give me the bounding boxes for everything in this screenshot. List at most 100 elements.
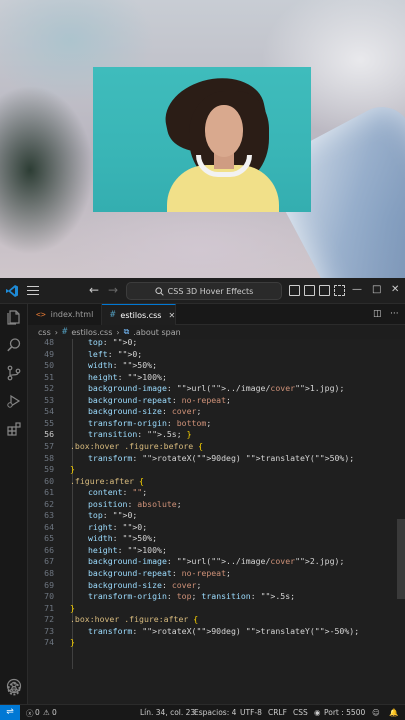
code-line[interactable]: 49 left: "">0; [28,349,405,361]
line-number: 64 [44,521,54,532]
menu-hamburger-icon[interactable] [27,286,39,296]
code-text: transform: "">rotateX("">90deg) "">trans… [88,625,360,636]
split-editor-icon[interactable]: ◫ [373,309,382,319]
code-line[interactable]: 56 transition: "">.5s; } [28,429,405,441]
line-number: 54 [44,406,54,417]
line-number: 70 [44,591,54,602]
run-debug-icon[interactable] [6,393,22,409]
window-title: CSS 3D Hover Effects [167,286,254,296]
warning-count[interactable]: 0 [52,708,57,717]
code-line[interactable]: 53 background-repeat: no-repeat; [28,395,405,407]
code-line[interactable]: 62 position: absolute; [28,499,405,511]
back-arrow-icon[interactable]: ← [89,283,99,297]
breadcrumb-symbol[interactable]: .about span [133,328,180,337]
code-line[interactable]: 54 background-size: cover; [28,406,405,418]
explorer-icon[interactable] [6,309,22,325]
toggle-secondary-sidebar-icon[interactable] [319,285,330,296]
line-number: 73 [44,625,54,636]
maximize-icon[interactable]: □ [372,284,381,295]
code-text: } [70,602,75,613]
line-number: 51 [44,371,54,382]
broadcast-icon: ◉ [314,708,321,717]
code-line[interactable]: 52 background-image: "">url("">../image/c… [28,383,405,395]
line-number: 57 [44,440,54,451]
code-line[interactable]: 70 transform-origin: top; transition: "">… [28,591,405,603]
line-number: 74 [44,637,54,648]
toggle-panel-icon[interactable] [304,285,315,296]
code-line[interactable]: 69 background-size: cover; [28,580,405,592]
line-number: 68 [44,568,54,578]
line-number: 65 [44,533,54,544]
code-line[interactable]: 58 transform: "">rotateX("">90deg) "">tra… [28,453,405,465]
line-number: 71 [44,602,54,613]
remote-icon[interactable]: ⇌ [0,705,20,720]
live-server-port[interactable]: Port : 5500 [324,708,365,717]
settings-gear-icon[interactable] [6,681,22,697]
code-line[interactable]: 55 transform-origin: bottom; [28,418,405,430]
photo-face [205,105,243,157]
code-line[interactable]: 74} [28,637,405,649]
code-text: left: "">0; [88,348,143,359]
code-text: top: "">0; [88,339,138,347]
more-actions-icon[interactable]: ··· [390,309,399,319]
feedback-icon[interactable]: ☺ [372,708,380,717]
indentation[interactable]: Espacios: 4 [194,708,236,717]
code-text: height: "">100%; [88,544,167,555]
code-line[interactable]: 48 top: "">0; [28,339,405,349]
code-line[interactable]: 57 .box:hover .figure:before { [28,441,405,453]
errors-icon[interactable]: ⓧ [26,708,34,719]
code-text: width: "">50%; [88,533,158,544]
code-text: height: "">100%; [88,371,167,382]
warning-icon[interactable]: ⚠ [43,708,50,717]
code-line[interactable]: 51 height: "">100%; [28,372,405,384]
code-line[interactable]: 60 .figure:after { [28,476,405,488]
code-line[interactable]: 65 width: "">50%; [28,533,405,545]
code-editor[interactable]: 48 top: "">0; 49 left: "">0; 50 width: "">50%… [28,339,405,704]
tab-index-html[interactable]: <> index.html [28,304,102,325]
tab-estilos-css[interactable]: # estilos.css ✕ [102,304,176,325]
close-icon[interactable]: ✕ [168,311,175,320]
code-line[interactable]: 73 transform: "">rotateX("">90deg) "">tra… [28,626,405,638]
code-line[interactable]: 67 background-image: "">url("">../image/c… [28,556,405,568]
browser-preview [0,0,405,278]
chevron-right-icon: › [54,327,58,337]
error-count[interactable]: 0 [35,708,40,717]
line-number: 53 [44,394,54,405]
breadcrumb-file[interactable]: estilos.css [71,328,112,337]
breadcrumb-folder[interactable]: css [38,328,51,337]
code-text: transform-origin: top; transition: "">.5… [88,591,296,602]
status-bar: ⇌ ⓧ 0 ⚠ 0 Lín. 34, col. 23 Espacios: 4 U… [0,704,405,720]
line-number: 66 [44,544,54,555]
extensions-icon[interactable] [6,421,22,437]
customize-layout-icon[interactable] [334,285,345,296]
search-icon[interactable] [6,337,22,353]
encoding[interactable]: UTF-8 [240,708,262,717]
code-text: background-image: "">url("">../image/cov… [88,383,345,394]
scrollbar-thumb[interactable] [397,519,405,599]
code-line[interactable]: 68 background-repeat: no-repeat; [28,568,405,580]
html-icon: <> [36,310,46,319]
language-mode[interactable]: CSS [293,708,308,717]
code-text: top: "">0; [88,510,138,521]
notifications-icon[interactable]: 🔔 [389,708,398,717]
code-line[interactable]: 63 top: "">0; [28,510,405,522]
code-line[interactable]: 66 height: "">100%; [28,545,405,557]
code-text: transform-origin: bottom; [88,417,212,428]
command-center[interactable]: CSS 3D Hover Effects [126,282,282,300]
line-number: 59 [44,464,54,475]
code-line[interactable]: 64 right: "">0; [28,522,405,534]
code-line[interactable]: 72 .box:hover .figure:after { [28,614,405,626]
close-window-icon[interactable]: ✕ [391,284,399,295]
toggle-sidebar-icon[interactable] [289,285,300,296]
forward-arrow-icon[interactable]: → [108,283,118,297]
code-text: transition: "">.5s; } [88,429,192,440]
source-control-icon[interactable] [6,365,22,381]
code-line[interactable]: 61 content: ""; [28,487,405,499]
minimize-icon[interactable]: — [352,284,362,295]
code-line[interactable]: 50 width: "">50%; [28,360,405,372]
code-line[interactable]: 71} [28,603,405,615]
cover-image[interactable] [93,67,311,212]
cursor-position[interactable]: Lín. 34, col. 23 [140,708,195,717]
line-ending[interactable]: CRLF [268,708,287,717]
code-line[interactable]: 59} [28,464,405,476]
